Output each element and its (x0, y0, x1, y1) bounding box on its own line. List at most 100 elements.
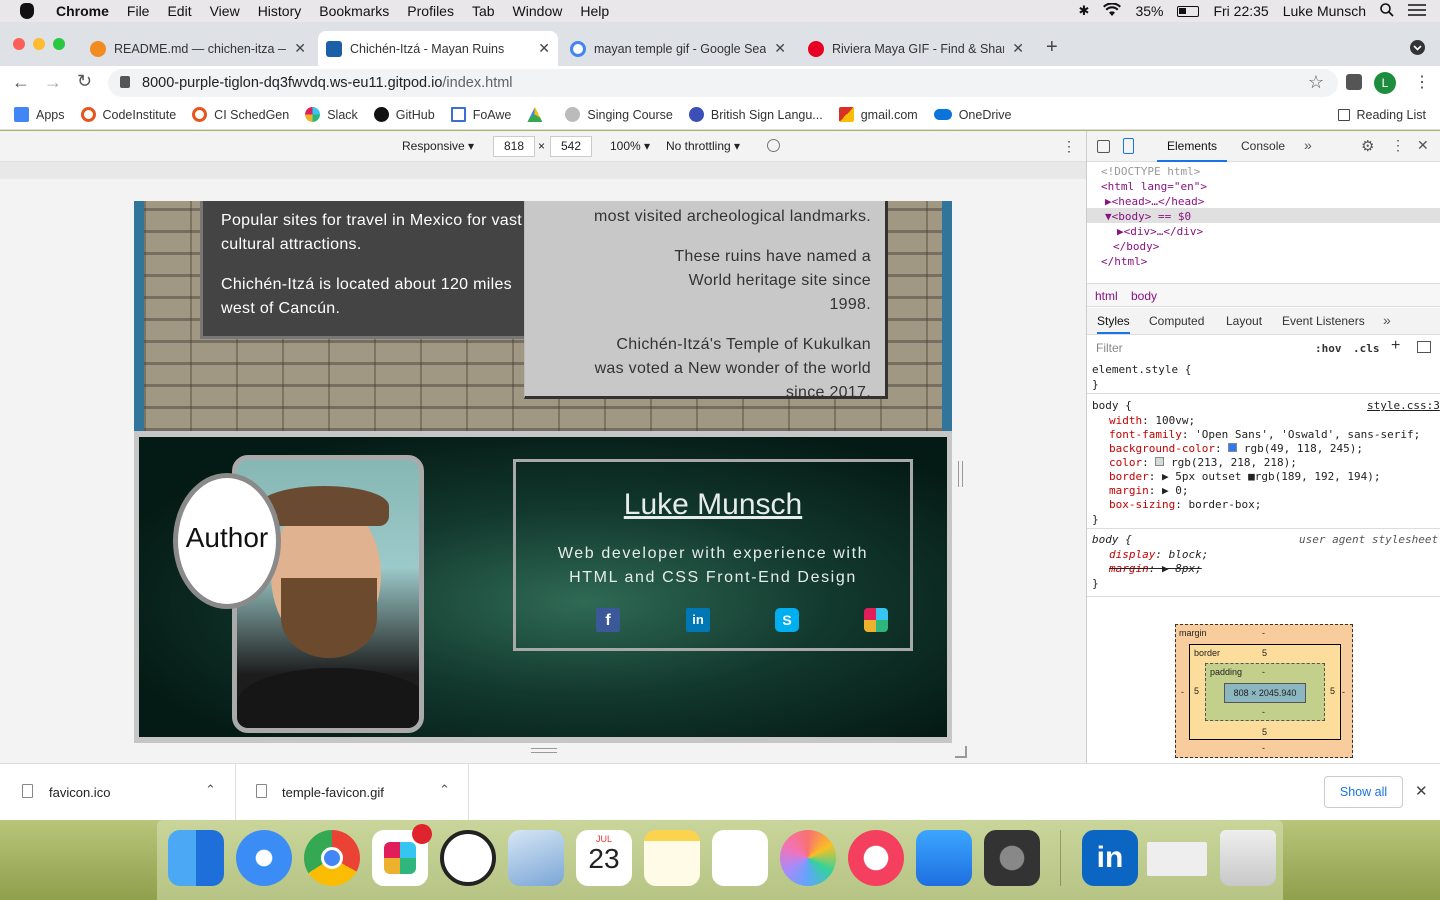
close-devtools-icon[interactable]: ✕ (1417, 137, 1429, 154)
device-toggle-icon[interactable] (1123, 138, 1134, 154)
smiley-app-icon[interactable] (440, 830, 496, 886)
close-downloads-icon[interactable]: ✕ (1415, 782, 1428, 800)
bookmark-github[interactable]: GitHub (373, 107, 435, 122)
element-style-rule[interactable]: element.style { (1092, 363, 1191, 376)
resize-handle-bottom[interactable] (531, 748, 557, 753)
battery-icon[interactable] (1177, 5, 1200, 17)
show-all-downloads-button[interactable]: Show all (1324, 776, 1403, 808)
resize-handle-corner[interactable] (955, 746, 967, 758)
box-model-content[interactable]: 808 × 2045.940 (1224, 683, 1306, 703)
css-declaration[interactable]: color: rgb(213, 218, 218); (1109, 456, 1420, 470)
menu-user[interactable]: Luke Munsch (1283, 3, 1366, 19)
toggle-sidebar-icon[interactable] (1417, 341, 1431, 353)
close-tab-icon[interactable]: ✕ (538, 40, 550, 57)
menu-app-name[interactable]: Chrome (56, 3, 109, 19)
more-style-tabs-icon[interactable]: » (1383, 312, 1391, 328)
menu-history[interactable]: History (258, 3, 302, 19)
bookmark-foawe[interactable]: FoAwe (450, 107, 511, 122)
menu-file[interactable]: File (127, 3, 150, 19)
bookmark-onedrive[interactable]: OneDrive (933, 108, 1012, 122)
photos-icon[interactable] (780, 830, 836, 886)
menu-profiles[interactable]: Profiles (407, 3, 454, 19)
control-center-icon[interactable] (1408, 3, 1426, 20)
breadcrumb-body[interactable]: body (1131, 289, 1157, 303)
safari-icon[interactable] (236, 830, 292, 886)
class-toggle[interactable]: .cls (1353, 342, 1380, 355)
bookmark-apps[interactable]: Apps (14, 107, 65, 122)
css-declaration[interactable]: width: 100vw; (1109, 414, 1420, 428)
tab-google-search[interactable]: mayan temple gif - Google Sea ✕ (562, 31, 794, 66)
tab-chichen-itza[interactable]: Chichén-Itzá - Mayan Ruins ✕ (318, 31, 558, 66)
settings-gear-icon[interactable]: ⚙ (1361, 137, 1374, 155)
app-store-icon[interactable] (916, 830, 972, 886)
box-model-margin[interactable]: margin - - - - border 5 5 5 5 padding - … (1175, 624, 1353, 758)
css-declaration[interactable]: border: ▶ 5px outset ■rgb(189, 192, 194)… (1109, 470, 1420, 484)
forward-button[interactable]: → (44, 72, 62, 93)
breadcrumb-html[interactable]: html (1095, 289, 1118, 303)
tab-layout[interactable]: Layout (1226, 314, 1262, 328)
minimized-window-thumbnail[interactable] (1147, 842, 1207, 876)
bookmark-british-sign-language[interactable]: British Sign Langu... (688, 107, 823, 122)
close-tab-icon[interactable]: ✕ (294, 40, 306, 57)
apple-icon[interactable] (20, 3, 34, 19)
bookmark-google-drive[interactable] (527, 107, 549, 122)
slack-dock-icon[interactable] (372, 824, 432, 886)
bluetooth-icon[interactable]: ✱ (1079, 3, 1090, 19)
spotlight-search-icon[interactable] (1380, 2, 1394, 20)
slack-icon[interactable] (864, 608, 888, 632)
box-model-padding[interactable]: padding - - 808 × 2045.940 (1205, 663, 1325, 721)
back-button[interactable]: ← (12, 72, 30, 93)
bookmark-singing-course[interactable]: Singing Course (565, 107, 673, 122)
tab-event-listeners[interactable]: Event Listeners (1282, 314, 1365, 328)
rotate-icon[interactable] (767, 139, 780, 152)
dom-head[interactable]: ▶<head>…</head> (1105, 195, 1204, 208)
styles-filter-input[interactable]: Filter (1093, 339, 1305, 357)
reading-list-button[interactable]: Reading List (1337, 108, 1426, 122)
dom-html-close[interactable]: </html> (1101, 255, 1147, 268)
ua-rule-selector[interactable]: body { (1092, 533, 1132, 546)
download-item[interactable]: temple-favicon.gif ⌃ (237, 764, 469, 821)
menu-bookmarks[interactable]: Bookmarks (319, 3, 389, 19)
zoom-select[interactable]: 100% ▾ (610, 139, 650, 153)
calendar-icon[interactable]: JUL 23 (576, 830, 632, 886)
music-icon[interactable] (848, 830, 904, 886)
mail-icon[interactable] (508, 830, 564, 886)
css-declaration[interactable]: box-sizing: border-box; (1109, 498, 1420, 512)
device-toolbar-menu-icon[interactable]: ⋮ (1062, 138, 1076, 155)
chrome-menu-icon[interactable]: ⋮ (1414, 72, 1430, 92)
css-declaration-overridden[interactable]: margin: ▶ 8px; (1109, 562, 1208, 576)
close-tab-icon[interactable]: ✕ (1012, 40, 1024, 57)
hover-state-toggle[interactable]: :hov (1315, 342, 1342, 355)
lock-icon[interactable] (120, 76, 130, 88)
color-swatch-icon[interactable] (1155, 457, 1165, 466)
menu-help[interactable]: Help (580, 3, 609, 19)
facebook-icon[interactable]: f (596, 608, 620, 632)
dom-doctype[interactable]: <!DOCTYPE html> (1101, 165, 1200, 178)
tab-search-icon[interactable] (1410, 40, 1425, 55)
linkedin-dock-icon[interactable]: in (1082, 830, 1138, 886)
chrome-icon[interactable] (304, 830, 360, 886)
viewport-height-input[interactable]: 542 (550, 136, 592, 157)
viewport-width-input[interactable]: 818 (493, 136, 535, 157)
stylesheet-link[interactable]: style.css:3 (1367, 399, 1440, 412)
window-minimize-button[interactable] (33, 38, 45, 50)
menu-window[interactable]: Window (513, 3, 563, 19)
download-item[interactable]: favicon.ico ⌃ (0, 764, 236, 821)
dom-body[interactable]: ▼<body> == $0 (1105, 210, 1191, 223)
throttling-select[interactable]: No throttling ▾ (666, 139, 740, 153)
dom-body-close[interactable]: </body> (1113, 240, 1159, 253)
linkedin-icon[interactable]: in (686, 608, 710, 632)
tab-pinterest[interactable]: Riviera Maya GIF - Find & Share ✕ (800, 31, 1032, 66)
address-bar[interactable]: 8000-purple-tiglon-dq3fwvdq.ws-eu11.gitp… (108, 69, 1338, 97)
css-declaration[interactable]: display: block; (1109, 548, 1208, 562)
notes-icon[interactable] (644, 830, 700, 886)
css-declaration[interactable]: background-color: rgb(49, 118, 245); (1109, 442, 1420, 456)
devtools-tab-elements[interactable]: Elements (1157, 131, 1228, 162)
device-mode-select[interactable]: Responsive ▾ (402, 139, 474, 153)
bookmark-star-icon[interactable]: ☆ (1308, 72, 1324, 93)
trash-icon[interactable] (1220, 830, 1276, 886)
reminders-icon[interactable] (712, 830, 768, 886)
menu-tab[interactable]: Tab (472, 3, 495, 19)
bookmark-gmail[interactable]: gmail.com (838, 107, 918, 122)
author-name-link[interactable]: Luke Munsch (516, 488, 910, 522)
